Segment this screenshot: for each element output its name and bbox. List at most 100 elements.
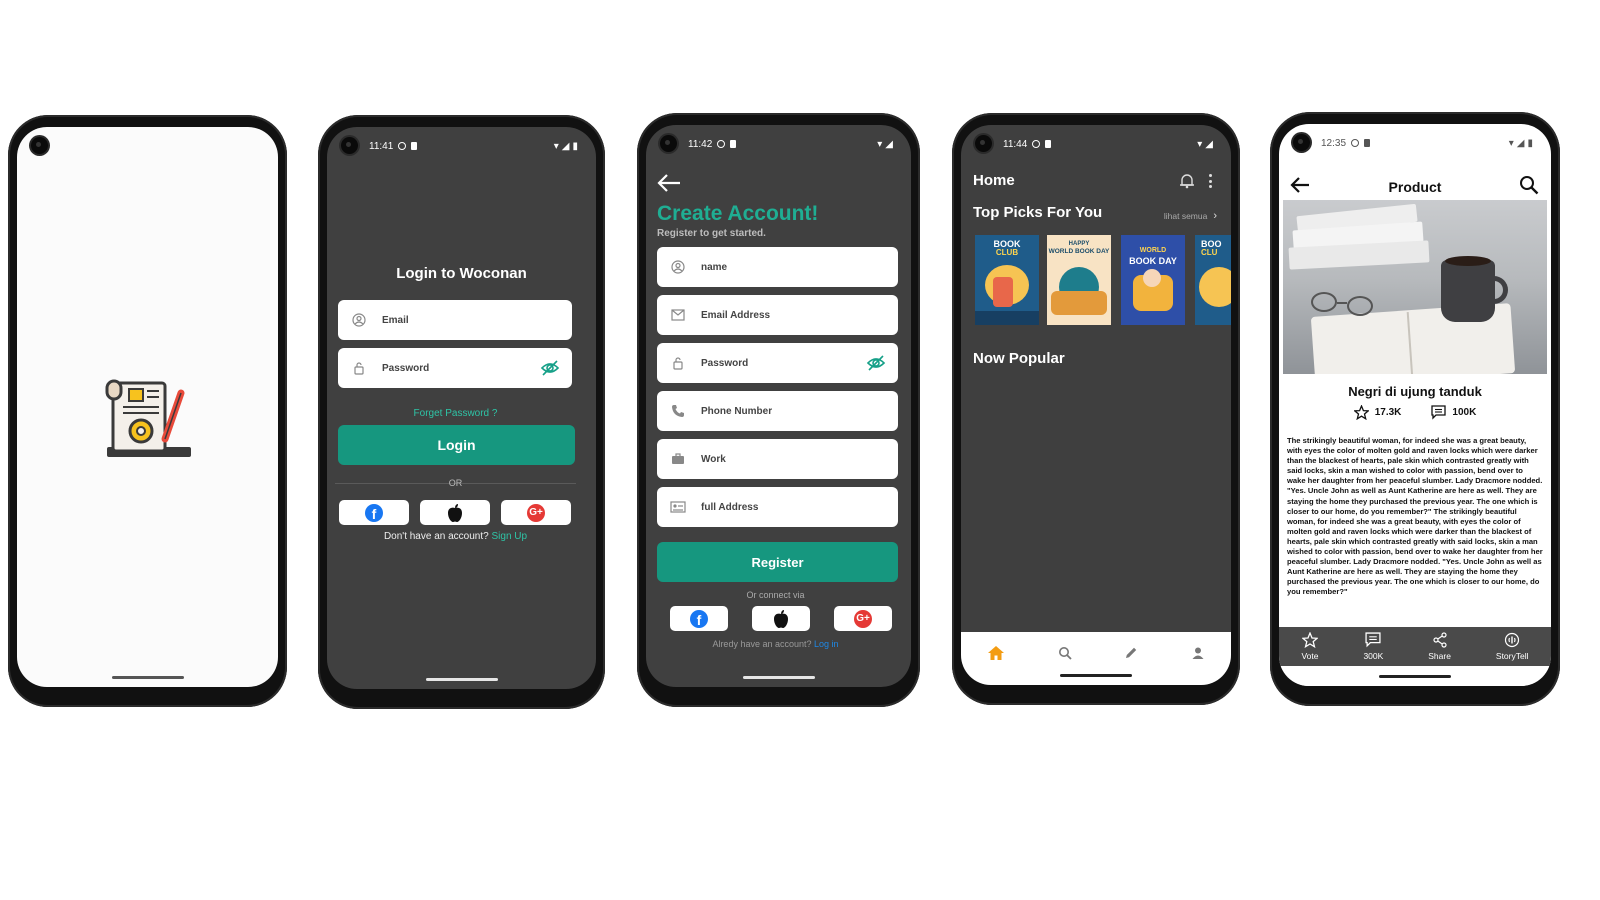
more-menu-icon[interactable] bbox=[1208, 174, 1212, 188]
signup-row: Don't have an account? Sign Up bbox=[327, 531, 584, 542]
google-login-button[interactable]: G+ bbox=[834, 606, 892, 631]
search-icon[interactable] bbox=[1519, 175, 1539, 195]
status-bar: 11:41 ▾ ◢ ▮ bbox=[369, 139, 578, 153]
book-cover[interactable]: BOOK CLUB bbox=[975, 235, 1039, 325]
status-time: 12:35 bbox=[1321, 137, 1347, 149]
status-bar: 12:35 ▾ ◢ ▮ bbox=[1321, 136, 1533, 150]
comment-stat: 100K bbox=[1431, 405, 1476, 420]
star-icon bbox=[1301, 632, 1318, 648]
home-nav-icon[interactable] bbox=[987, 645, 1005, 661]
apple-icon bbox=[448, 503, 462, 522]
cover-title: WORLD bbox=[1139, 247, 1167, 254]
home-indicator[interactable] bbox=[425, 678, 498, 681]
battery-icon: ▮ bbox=[572, 140, 578, 152]
login-link[interactable]: Log in bbox=[814, 639, 839, 649]
lock-icon bbox=[350, 359, 368, 377]
home-indicator[interactable] bbox=[742, 676, 815, 679]
home-screen: 11:44 ▾ ◢ Home Top Picks For You lihat se… bbox=[961, 125, 1231, 685]
email-field[interactable]: Email Address bbox=[657, 295, 898, 335]
vote-count: 17.3K bbox=[1374, 407, 1402, 418]
page-title: Create Account! bbox=[657, 202, 819, 225]
book-cover[interactable]: WORLD BOOK DAY bbox=[1121, 235, 1185, 325]
status-time: 11:41 bbox=[369, 140, 394, 152]
email-field[interactable]: Email bbox=[338, 300, 572, 340]
facebook-icon: f bbox=[365, 503, 383, 522]
status-sync-icon bbox=[1032, 140, 1041, 148]
forgot-password-link[interactable]: Forget Password ? bbox=[327, 408, 584, 419]
wifi-icon: ▾ bbox=[877, 138, 883, 150]
apple-icon bbox=[774, 609, 788, 628]
phone-field[interactable]: Phone Number bbox=[657, 391, 898, 431]
see-all-label: lihat semua bbox=[1163, 211, 1208, 221]
facebook-login-button[interactable]: f bbox=[670, 606, 728, 631]
login-button[interactable]: Login bbox=[338, 425, 575, 465]
status-sim-icon bbox=[1364, 139, 1371, 147]
signup-link[interactable]: Sign Up bbox=[491, 531, 527, 542]
work-field[interactable]: Work bbox=[657, 439, 898, 479]
password-field[interactable]: Password bbox=[657, 343, 898, 383]
eye-off-icon[interactable] bbox=[866, 353, 886, 373]
password-field[interactable]: Password bbox=[338, 348, 572, 388]
bottom-nav bbox=[961, 632, 1231, 674]
user-icon bbox=[669, 258, 687, 276]
google-login-button[interactable]: G+ bbox=[501, 500, 571, 525]
facebook-icon: f bbox=[690, 609, 708, 628]
signal-icon: ◢ bbox=[885, 138, 893, 150]
book-cover[interactable]: HAPPY WORLD BOOK DAY bbox=[1047, 235, 1111, 325]
product-image bbox=[1283, 200, 1547, 374]
eye-off-icon[interactable] bbox=[540, 358, 560, 378]
back-arrow-icon[interactable] bbox=[656, 173, 682, 193]
comments-nav-label: 300K bbox=[1363, 651, 1384, 661]
comment-icon bbox=[1431, 405, 1447, 420]
password-placeholder: Password bbox=[382, 362, 430, 374]
cover-subtitle: CLUB bbox=[995, 248, 1019, 257]
address-field[interactable]: full Address bbox=[657, 487, 898, 527]
cover-subtitle: CLU bbox=[1201, 248, 1218, 257]
status-bar: 11:44 ▾ ◢ bbox=[1003, 137, 1213, 151]
share-nav-label: Share bbox=[1428, 651, 1451, 661]
name-field[interactable]: name bbox=[657, 247, 898, 287]
facebook-login-button[interactable]: f bbox=[339, 500, 409, 525]
search-nav-icon[interactable] bbox=[1058, 646, 1072, 660]
login-row: Alredy have an account? Log in bbox=[646, 639, 905, 649]
section-title-top-picks: Top Picks For You bbox=[973, 204, 1103, 221]
google-plus-icon: G+ bbox=[854, 609, 872, 628]
name-placeholder: name bbox=[701, 261, 728, 273]
share-nav-button[interactable]: Share bbox=[1428, 632, 1451, 661]
mail-icon bbox=[669, 306, 687, 324]
signal-icon: ◢ bbox=[1205, 138, 1213, 150]
comments-nav-button[interactable]: 300K bbox=[1363, 632, 1383, 661]
user-icon bbox=[350, 311, 368, 329]
book-cover[interactable]: BOO CLU bbox=[1195, 235, 1231, 325]
apple-login-button[interactable] bbox=[420, 500, 490, 525]
product-screen: 12:35 ▾ ◢ ▮ Product Negri di ujung tanduk bbox=[1279, 124, 1551, 686]
front-camera bbox=[31, 137, 48, 154]
home-indicator[interactable] bbox=[1379, 675, 1451, 678]
email-placeholder: Email bbox=[382, 314, 409, 326]
home-indicator[interactable] bbox=[111, 676, 184, 679]
home-indicator[interactable] bbox=[1060, 674, 1132, 677]
storytell-nav-button[interactable]: StoryTell bbox=[1496, 632, 1529, 661]
page-title: Login to Woconan bbox=[396, 265, 527, 282]
no-account-text: Don't have an account? bbox=[383, 531, 489, 542]
bell-icon[interactable] bbox=[1179, 173, 1195, 189]
vote-nav-button[interactable]: Vote bbox=[1301, 632, 1319, 661]
top-picks-carousel[interactable]: BOOK CLUB HAPPY WORLD BOOK DAY WORLD BOO… bbox=[975, 235, 1231, 327]
register-button[interactable]: Register bbox=[657, 542, 898, 582]
or-label: OR bbox=[448, 478, 463, 488]
phone-placeholder: Phone Number bbox=[701, 405, 773, 417]
see-all-link[interactable]: lihat semua › bbox=[1164, 210, 1217, 222]
status-bar: 11:42 ▾ ◢ bbox=[688, 137, 893, 151]
connect-via-label: Or connect via bbox=[746, 590, 805, 600]
google-plus-icon: G+ bbox=[527, 503, 545, 522]
vote-stat: 17.3K bbox=[1353, 405, 1402, 420]
bottom-nav: Vote 300K Share StoryTell bbox=[1279, 627, 1551, 666]
pencil-nav-icon[interactable] bbox=[1124, 646, 1138, 660]
app-logo-icon bbox=[105, 379, 191, 457]
status-sync-icon bbox=[717, 140, 726, 148]
phone-register: 11:42 ▾ ◢ Create Account! Register to get… bbox=[637, 113, 920, 707]
book-description: The strikingly beautiful woman, for inde… bbox=[1287, 436, 1543, 597]
social-login-row: f G+ bbox=[339, 500, 571, 525]
apple-login-button[interactable] bbox=[752, 606, 810, 631]
profile-nav-icon[interactable] bbox=[1191, 646, 1205, 660]
